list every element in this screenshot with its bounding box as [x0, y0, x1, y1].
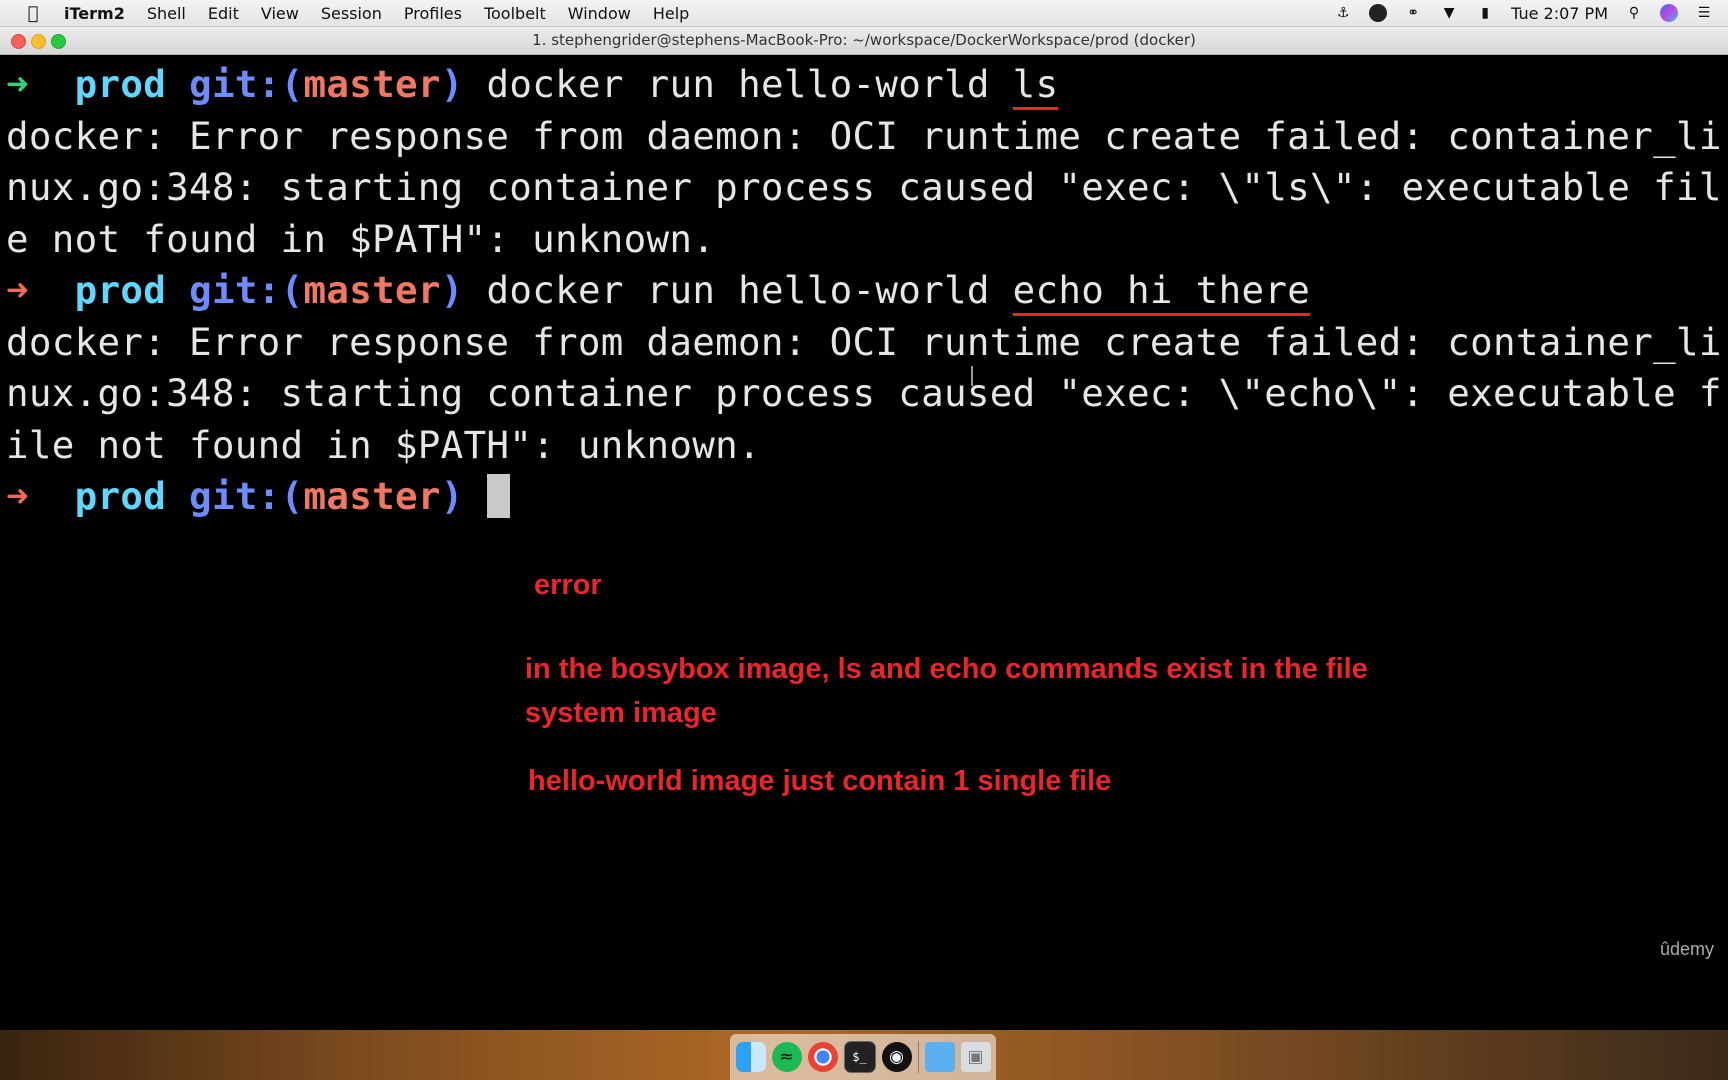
- prompt-dir: prod: [74, 474, 167, 518]
- chrome-icon[interactable]: [807, 1042, 838, 1072]
- prompt-dir: prod: [74, 62, 167, 106]
- ibeam-cursor-icon: [971, 366, 973, 386]
- error-line: docker: Error response from daemon: OCI …: [6, 113, 1722, 158]
- command-arg: echo hi there: [1012, 268, 1311, 312]
- menu-profiles[interactable]: Profiles: [404, 4, 462, 23]
- annotation-busybox: in the bosybox image, ls and echo comman…: [525, 653, 1368, 729]
- obs-icon[interactable]: [1369, 4, 1388, 22]
- menu-help[interactable]: Help: [653, 4, 689, 23]
- dock: ≈ $_ ◉ ▣: [730, 1034, 996, 1080]
- menu-session[interactable]: Session: [321, 4, 382, 23]
- prompt-git-prefix: git:(: [189, 268, 304, 312]
- terminal-line: ➜ prod git:(master): [6, 471, 1728, 523]
- trash-icon[interactable]: ▣: [960, 1042, 991, 1072]
- menubar-clock[interactable]: Tue 2:07 PM: [1511, 4, 1608, 23]
- apple-icon[interactable]: : [22, 3, 44, 24]
- annotation-error: error: [534, 569, 602, 601]
- prompt-arrow-icon: ➜: [6, 268, 29, 312]
- menu-shell[interactable]: Shell: [147, 4, 186, 23]
- finder-icon[interactable]: [735, 1042, 766, 1072]
- error-line: ile not found in $PATH": unknown.: [6, 422, 761, 467]
- list-icon[interactable]: ☰: [1694, 4, 1714, 22]
- menu-edit[interactable]: Edit: [208, 4, 239, 23]
- udemy-watermark: ûdemy: [1659, 939, 1714, 959]
- error-line: e not found in $PATH": unknown.: [6, 216, 716, 261]
- status-area: ⚓ ⚭ ▼ ▮ Tue 2:07 PM ⚲ ☰: [1333, 0, 1714, 26]
- error-line: nux.go:348: starting container process c…: [6, 371, 1722, 415]
- annotation-hello-world: hello-world image just contain 1 single …: [528, 765, 1112, 797]
- terminal-icon[interactable]: $_: [843, 1041, 876, 1073]
- spotify-icon[interactable]: ≈: [771, 1042, 802, 1072]
- prompt-dir: prod: [74, 268, 167, 312]
- siri-icon[interactable]: [1660, 4, 1678, 22]
- error-line: docker: Error response from daemon: OCI …: [6, 319, 1722, 364]
- command-arg: ls: [1012, 62, 1059, 106]
- prompt-git-suffix: ): [440, 474, 464, 518]
- prompt-arrow-icon: ➜: [6, 62, 29, 106]
- prompt-git-suffix: ): [440, 268, 464, 312]
- terminal-cursor[interactable]: [486, 474, 510, 518]
- terminal-output: ➜ prod git:(master) docker run hello-wor…: [6, 59, 1728, 523]
- prompt-git-suffix: ): [440, 62, 464, 106]
- glasses-icon[interactable]: ⚭: [1403, 4, 1423, 22]
- menu-toolbelt[interactable]: Toolbelt: [484, 4, 546, 23]
- obs-icon[interactable]: ◉: [881, 1042, 912, 1072]
- prompt-git-prefix: git:(: [189, 62, 304, 106]
- menu-iterm2[interactable]: iTerm2: [64, 4, 125, 23]
- prompt-branch: master: [303, 268, 441, 312]
- docker-icon[interactable]: ⚓: [1333, 4, 1353, 22]
- terminal-view[interactable]: ➜ prod git:(master) docker run hello-wor…: [0, 55, 1728, 1030]
- menu-bar:  iTerm2 Shell Edit View Session Profile…: [0, 0, 1728, 27]
- search-icon[interactable]: ⚲: [1624, 4, 1644, 22]
- terminal-line: ➜ prod git:(master) docker run hello-wor…: [6, 265, 1728, 317]
- dock-separator: [917, 1041, 919, 1073]
- wifi-icon[interactable]: ▼: [1439, 4, 1459, 22]
- prompt-branch: master: [303, 474, 441, 518]
- prompt-branch: master: [303, 62, 441, 106]
- prompt-arrow-icon: ➜: [6, 474, 29, 518]
- command-text: docker run hello-world: [486, 268, 1013, 312]
- folder-icon[interactable]: [924, 1042, 955, 1072]
- menu-window[interactable]: Window: [568, 4, 631, 23]
- terminal-line: ➜ prod git:(master) docker run hello-wor…: [6, 59, 1728, 111]
- command-text: docker run hello-world: [486, 62, 1013, 106]
- window-titlebar: 1. stephengrider@stephens-MacBook-Pro: ~…: [0, 27, 1728, 55]
- menu-view[interactable]: View: [261, 4, 299, 23]
- battery-icon[interactable]: ▮: [1475, 4, 1495, 22]
- window-title: 1. stephengrider@stephens-MacBook-Pro: ~…: [532, 31, 1196, 49]
- prompt-git-prefix: git:(: [189, 474, 304, 518]
- error-line: nux.go:348: starting container process c…: [6, 165, 1722, 209]
